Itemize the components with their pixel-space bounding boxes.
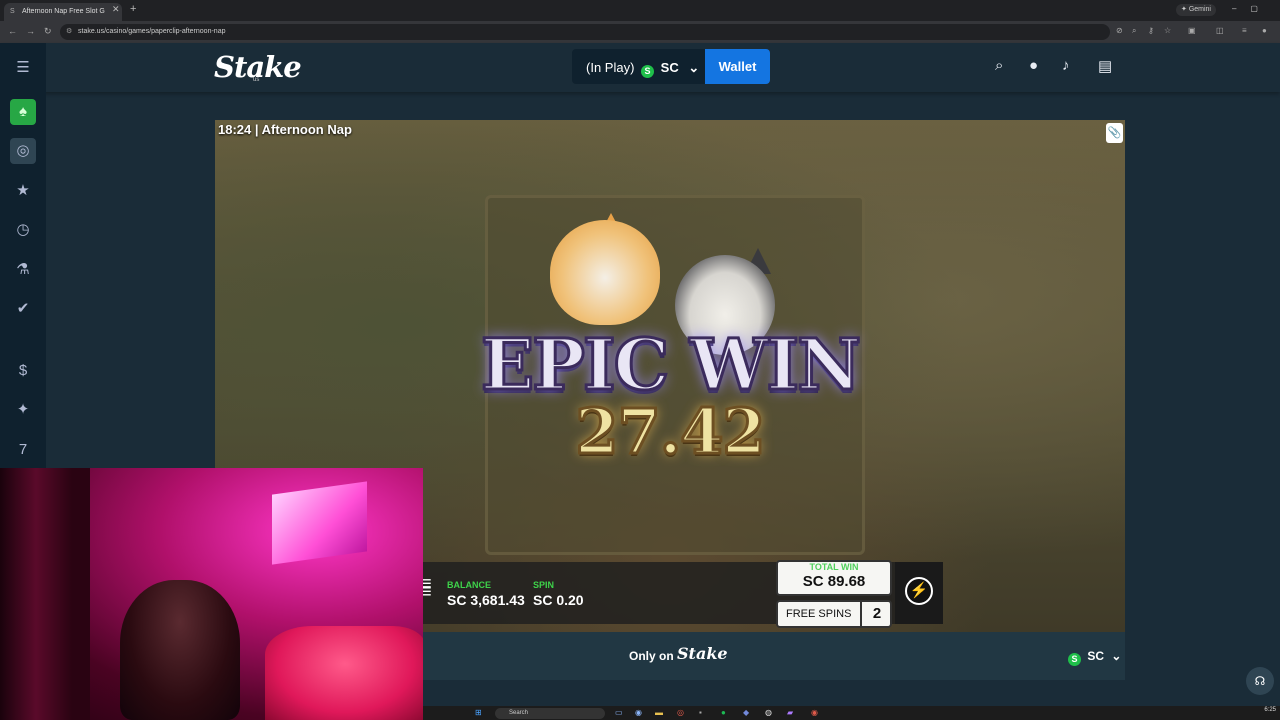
system-clock[interactable]: 6:25 bbox=[1264, 707, 1276, 713]
task-view-icon[interactable]: ▭ bbox=[615, 708, 623, 717]
browser-tab[interactable]: S Afternoon Nap Free Slot G bbox=[4, 3, 122, 21]
support-headset-icon[interactable]: ☊ bbox=[1246, 667, 1274, 695]
reload-icon[interactable]: ↻ bbox=[44, 26, 52, 37]
new-tab-button[interactable]: + bbox=[130, 3, 136, 15]
stake-logo-sub: us bbox=[253, 77, 260, 83]
sc-coin-icon-footer: S bbox=[1068, 653, 1081, 666]
lobby-icon[interactable]: ◎ bbox=[10, 138, 36, 164]
balance-selector[interactable]: (In Play) S SC ⌄ bbox=[572, 49, 705, 84]
epic-win-banner: EPIC WIN bbox=[479, 323, 862, 406]
zoom-icon[interactable]: ⌕ bbox=[1132, 26, 1136, 36]
spin-label: SPIN bbox=[533, 580, 555, 590]
tab-title: Afternoon Nap Free Slot G bbox=[22, 8, 105, 15]
stake-originals-icon[interactable]: $ bbox=[10, 358, 36, 384]
recent-clock-icon[interactable]: ◷ bbox=[10, 217, 36, 243]
spotify-icon[interactable]: ● bbox=[721, 708, 726, 717]
free-spins-label: FREE SPINS bbox=[786, 608, 852, 620]
sidepanel-icon[interactable]: ◫ bbox=[1216, 26, 1224, 35]
obs-icon[interactable]: ◍ bbox=[765, 708, 772, 717]
chrome-icon[interactable]: ◎ bbox=[677, 708, 684, 717]
lightning-bolt-icon: ⚡ bbox=[905, 577, 933, 605]
windows-taskbar: ⊞ Search ▭ ◉ ▬ ◎ ▪ ● ◆ ◍ ▰ ◉ 6:25 bbox=[423, 706, 1280, 720]
chevron-down-icon-footer: ⌄ bbox=[1111, 649, 1122, 663]
slots-icon[interactable]: 7 bbox=[10, 437, 36, 463]
hamburger-menu-icon[interactable]: ☰ bbox=[10, 55, 36, 81]
orange-cat-illustration bbox=[550, 220, 660, 325]
extensions-icon[interactable]: ▣ bbox=[1188, 26, 1196, 35]
challenges-icon[interactable]: ⚗ bbox=[10, 257, 36, 283]
url-field[interactable]: ⚙ stake.us/casino/games/paperclip-aftern… bbox=[60, 24, 1110, 40]
sc-coin-icon: S bbox=[641, 65, 655, 78]
gemini-label: Gemini bbox=[1188, 6, 1211, 13]
webcam-bed bbox=[265, 626, 423, 720]
balance-status: (In Play) bbox=[586, 60, 635, 75]
favorites-star-icon[interactable]: ★ bbox=[10, 178, 36, 204]
taskbar-search[interactable]: Search bbox=[495, 708, 605, 719]
back-icon[interactable]: ← bbox=[8, 26, 17, 36]
spin-value: SC 0.20 bbox=[533, 592, 584, 608]
footer-currency-selector[interactable]: S SC ⌄ bbox=[1065, 649, 1121, 666]
total-win-box: TOTAL WIN SC 89.68 bbox=[776, 560, 892, 596]
casino-icon[interactable]: ♠ bbox=[10, 99, 36, 125]
address-bar-row: ← → ↻ ⚙ stake.us/casino/games/paperclip-… bbox=[0, 21, 1280, 43]
site-info-icon[interactable]: ⚙ bbox=[66, 27, 72, 35]
app-icon[interactable]: ▪ bbox=[699, 708, 702, 717]
webcam-curtain bbox=[0, 468, 90, 720]
paperclip-icon[interactable]: 📎 bbox=[1106, 123, 1123, 143]
profile-avatar[interactable]: ● bbox=[1262, 26, 1267, 35]
free-spins-count: 2 bbox=[860, 602, 892, 626]
my-bets-icon[interactable]: ✔ bbox=[10, 296, 36, 322]
game-title: 18:24 | Afternoon Nap bbox=[218, 122, 352, 137]
user-icon[interactable]: ● bbox=[1029, 57, 1038, 74]
forward-icon[interactable]: → bbox=[26, 26, 35, 36]
tab-close-icon[interactable]: ✕ bbox=[112, 4, 120, 15]
taskbar-search-text: Search bbox=[509, 710, 529, 716]
folder-icon[interactable]: ▬ bbox=[655, 708, 663, 717]
stake-favicon-icon: S bbox=[10, 8, 15, 15]
total-win-value: SC 89.68 bbox=[802, 573, 866, 590]
only-on-stake-logo: Stake bbox=[677, 644, 728, 663]
window-controls[interactable]: –▢ bbox=[1232, 4, 1272, 13]
webcam-overlay bbox=[0, 468, 423, 720]
balance-currency: SC bbox=[660, 60, 679, 75]
discord-icon[interactable]: ◆ bbox=[743, 708, 749, 717]
new-releases-icon[interactable]: ✦ bbox=[10, 397, 36, 423]
turbo-button[interactable]: ⚡ bbox=[895, 562, 943, 624]
eye-off-icon[interactable]: ⊘ bbox=[1116, 26, 1123, 35]
wallet-button[interactable]: Wallet bbox=[705, 49, 770, 84]
browser-tab-strip: S Afternoon Nap Free Slot G ✕ + ✦ Gemini… bbox=[0, 0, 1280, 21]
chevron-down-icon: ⌄ bbox=[688, 60, 700, 75]
win-amount: 27.42 bbox=[574, 394, 767, 470]
search-icon[interactable]: ⌕ bbox=[995, 57, 1003, 74]
gemini-button[interactable]: ✦ Gemini bbox=[1176, 4, 1216, 16]
key-icon[interactable]: ⚷ bbox=[1148, 26, 1154, 35]
record-icon[interactable]: ◉ bbox=[811, 708, 818, 717]
bookmark-star-icon[interactable]: ☆ bbox=[1164, 26, 1171, 35]
webcam-light-panel bbox=[272, 481, 367, 565]
free-spins-box: FREE SPINS 2 bbox=[776, 600, 892, 628]
edge-icon[interactable]: ◉ bbox=[635, 708, 642, 717]
menu-icon[interactable]: ≡ bbox=[1242, 26, 1247, 35]
webcam-person bbox=[120, 580, 240, 720]
only-on-text: Only on bbox=[629, 649, 674, 663]
footer-currency: SC bbox=[1087, 649, 1105, 663]
notification-bell-icon[interactable]: ♪ bbox=[1062, 57, 1070, 74]
url-text: stake.us/casino/games/paperclip-afternoo… bbox=[78, 28, 226, 35]
windows-start-icon[interactable]: ⊞ bbox=[475, 708, 482, 717]
balance-label: BALANCE bbox=[447, 580, 491, 590]
balance-value: SC 3,681.43 bbox=[447, 592, 525, 608]
chat-icon[interactable]: ▤ bbox=[1098, 57, 1112, 75]
total-win-label: TOTAL WIN bbox=[809, 562, 859, 572]
twitch-icon[interactable]: ▰ bbox=[787, 708, 793, 717]
